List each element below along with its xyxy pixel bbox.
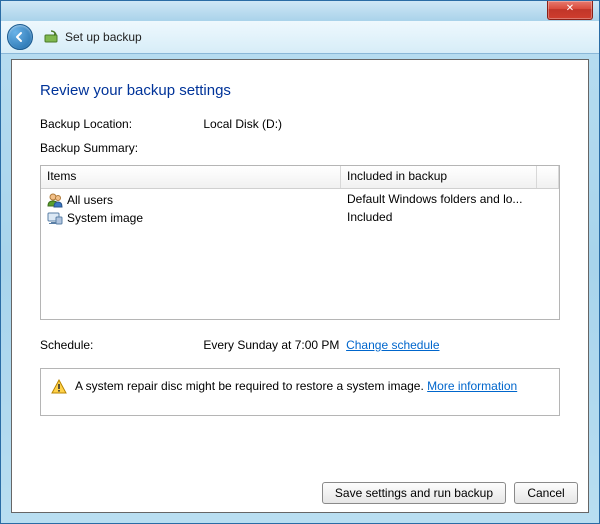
row-name: All users	[67, 193, 113, 207]
content-panel: Review your backup settings Backup Locat…	[11, 59, 589, 513]
table-header: Items Included in backup	[41, 166, 559, 189]
page-heading: Review your backup settings	[40, 82, 560, 99]
schedule-value: Every Sunday at 7:00 PM	[203, 338, 339, 352]
location-value: Local Disk (D:)	[203, 117, 282, 131]
close-button[interactable]: ✕	[547, 1, 593, 20]
change-schedule-link[interactable]: Change schedule	[346, 338, 439, 352]
row-included: Default Windows folders and lo...	[341, 192, 559, 208]
location-row: Backup Location: Local Disk (D:)	[40, 117, 560, 131]
more-info-link[interactable]: More information	[427, 379, 517, 393]
summary-label-row: Backup Summary:	[40, 141, 560, 155]
back-button[interactable]	[7, 24, 33, 50]
col-header-items[interactable]: Items	[41, 166, 341, 188]
table-row[interactable]: System image Included	[41, 209, 559, 227]
summary-table: Items Included in backup	[40, 165, 560, 320]
col-header-included[interactable]: Included in backup	[341, 166, 537, 188]
row-name: System image	[67, 211, 143, 225]
users-icon	[47, 192, 63, 208]
footer: Save settings and run backup Cancel	[12, 482, 588, 504]
navbar-title: Set up backup	[65, 30, 142, 44]
row-included: Included	[341, 210, 559, 226]
table-body: All users Default Windows folders and lo…	[41, 189, 559, 229]
location-label: Backup Location:	[40, 117, 200, 131]
system-image-icon	[47, 210, 63, 226]
save-run-button[interactable]: Save settings and run backup	[322, 482, 506, 504]
wizard-window: ✕ Set up backup Review your backup setti…	[0, 0, 600, 524]
navbar: Set up backup	[1, 21, 599, 54]
schedule-row: Schedule: Every Sunday at 7:00 PM Change…	[40, 338, 560, 352]
titlebar: ✕	[1, 1, 599, 21]
col-header-spacer	[537, 166, 559, 188]
back-arrow-icon	[14, 31, 26, 43]
table-row[interactable]: All users Default Windows folders and lo…	[41, 191, 559, 209]
warning-icon	[51, 379, 67, 395]
backup-icon	[43, 29, 59, 45]
warning-text: A system repair disc might be required t…	[75, 379, 517, 393]
schedule-label: Schedule:	[40, 338, 200, 352]
summary-label: Backup Summary:	[40, 141, 138, 155]
warning-box: A system repair disc might be required t…	[40, 368, 560, 416]
cancel-button[interactable]: Cancel	[514, 482, 578, 504]
